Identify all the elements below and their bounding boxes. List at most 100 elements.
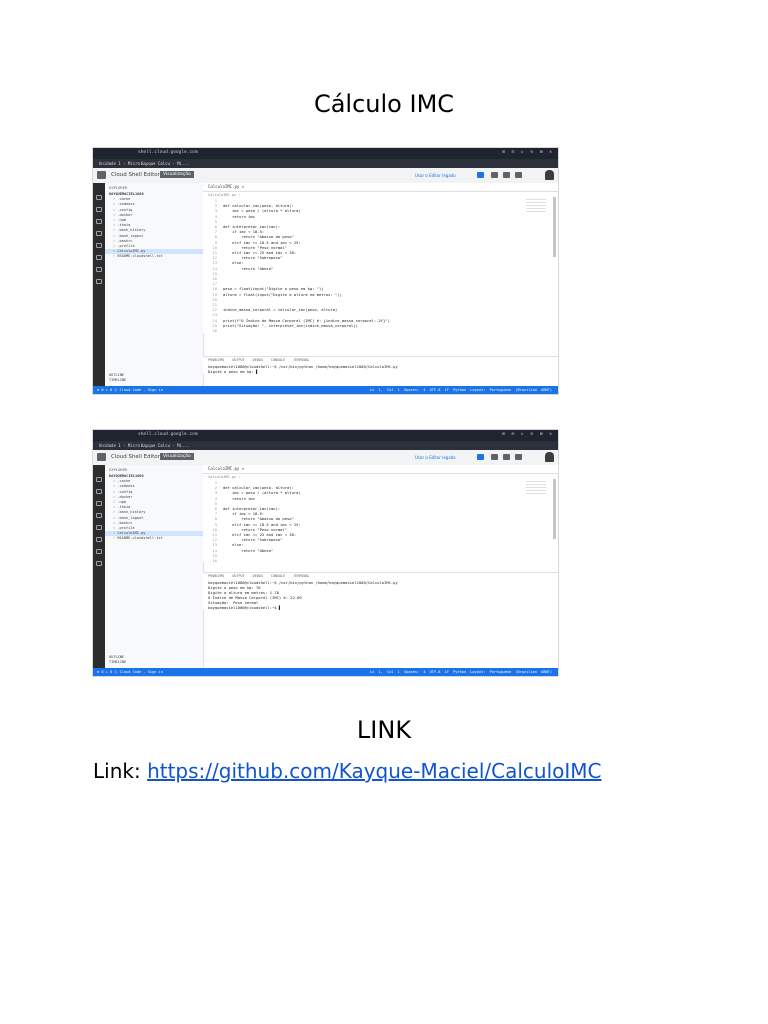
browser-tab: Kayque Calcu - Mi... [141,161,190,166]
debug-icon [96,513,102,518]
github-link[interactable]: https://github.com/Kayque-Maciel/Calculo… [147,759,601,783]
minimap [526,197,546,213]
file-list: › .cache › .codeoss › .config › .docker › .n… [105,479,203,541]
status-right: Ln 1, Col 1 Spaces: 4 UTF-8 LF Python La… [370,670,552,674]
cloud-shell-logo-icon [97,453,106,461]
explorer-header: EXPLORER [109,185,128,190]
app-name: Cloud Shell Editor [111,172,160,178]
cloud-shell-logo-icon [97,171,106,179]
url-text: shell.cloud.google.com [138,150,198,155]
explorer-footer: OUTLINE TIMELINE [109,655,126,665]
file-list: › .cache › .codeoss › .config › .docker › .n… [105,197,203,259]
code-text: return "Obeso" [223,265,274,271]
explorer-panel: EXPLORER KAYQUEMACIEL1000 › .cache › .cod… [105,465,204,668]
api-icon [96,267,102,272]
search-icon [96,207,102,212]
edit-icon [477,454,484,460]
browser-bar: shell.cloud.google.com ⊞ ⊡ ▷ ⊙ ⊠ ✕ [93,148,558,159]
status-right: Ln 1, Col 1 Spaces: 4 UTF-8 LF Python La… [370,388,552,392]
preview-badge: Visualização [160,453,194,460]
cloud-code-icon [96,537,102,542]
browser-bar: shell.cloud.google.com ⊞ ⊡ ▷ ⊙ ⊠ ✕ [93,430,558,441]
code-line: 26 [203,328,558,333]
status-left: ⊗ 0 ⚠ 0 ⬡ Cloud Code - Sign in [97,670,163,674]
file-item: › README-cloudshell.txt [113,254,163,259]
code-line: 16 [203,558,558,563]
code-text: print("Situação: ", interpretar_imc(indi… [223,322,358,328]
status-bar: ⊗ 0 ⚠ 0 ⬡ Cloud Code - Sign in Ln 1, Col… [93,386,558,394]
terminal-icon [491,172,498,178]
code-editor: CalculoIMC.py ✕ CalculoIMC.py › 1 2 def ca… [203,183,558,334]
cloud-shell-header: Cloud Shell Editor Visualização Usar o E… [93,450,558,466]
timeline-section: TIMELINE [109,378,127,382]
activity-bar [93,183,105,386]
preview-badge: Visualização [160,171,194,178]
api-icon [96,549,102,554]
code-text: indice_massa_corporal = calcular_imc(pes… [223,307,338,313]
source-control-icon [96,501,102,506]
editor-screenshot-1: shell.cloud.google.com ⊞ ⊡ ▷ ⊙ ⊠ ✕ Unida… [93,148,558,394]
explorer-panel: EXPLORER KAYQUEMACIEL1000 › .cache › .cod… [105,183,204,386]
url-text: shell.cloud.google.com [138,432,198,437]
preview-icon [503,172,510,178]
panel-tabs: PROBLEMS OUTPUT DEBUG CONSOLE TERMINAL [203,572,558,580]
cloud-shell-header: Cloud Shell Editor Visualização Usar o E… [93,168,558,184]
line-number: 26 [212,328,217,334]
explorer-footer: OUTLINE TIMELINE [109,373,126,383]
code-text: altura = float(input("Digite a altura em… [223,291,342,297]
browser-tabs: Unidade 1 - Micro... Kayque Calcu - Mi..… [93,159,558,168]
page-title: Cálculo IMC [313,90,455,118]
cloud-code-icon [96,255,102,260]
extensions-icon [96,525,102,530]
extensions-icon [96,243,102,248]
debug-icon [96,231,102,236]
terminal-icon [491,454,498,460]
link-line: Link: https://github.com/Kayque-Maciel/C… [93,759,601,783]
minimap [526,479,546,495]
timeline-section: TIMELINE [109,660,127,664]
edit-icon [477,172,484,178]
git-icon [96,561,102,566]
link-heading: LINK [356,716,412,744]
browser-tabs: Unidade 1 - Micro... Kayque Calcu - Mi..… [93,441,558,450]
code-text: return imc [223,495,256,501]
explorer-header: EXPLORER [109,467,128,472]
browser-tab: Unidade 1 - Micro... [99,161,148,166]
status-bar: ⊗ 0 ⚠ 0 ⬡ Cloud Code - Sign in Ln 1, Col… [93,668,558,676]
line-number: 16 [212,558,217,564]
scrollbar [553,479,556,539]
code-text: return imc [223,213,256,219]
terminal-output: kayquemaciel1000@cloudshell:~$ /usr/bin/… [203,580,558,610]
search-icon [96,489,102,494]
explorer-icon [96,195,102,200]
more-icon [515,172,522,178]
source-control-icon [96,219,102,224]
browser-tab: Kayque Calcu - Mi... [141,443,190,448]
legacy-editor-link: Usar o Editor legado [415,173,456,178]
status-left: ⊗ 0 ⚠ 0 ⬡ Cloud Code - Sign in [97,388,163,392]
code-editor: CalculoIMC.py ✕ CalculoIMC.py › 1 2 def ca… [203,465,558,564]
window-controls: ⊞ ⊡ ▷ ⊙ ⊠ ✕ [502,150,554,155]
activity-bar [93,465,105,668]
avatar [545,452,554,462]
editor-screenshot-2: shell.cloud.google.com ⊞ ⊡ ▷ ⊙ ⊠ ✕ Unida… [93,430,558,676]
window-controls: ⊞ ⊡ ▷ ⊙ ⊠ ✕ [502,432,554,437]
explorer-icon [96,477,102,482]
file-item: › README-cloudshell.txt [113,536,163,541]
panel-tabs: PROBLEMS OUTPUT DEBUG CONSOLE TERMINAL [203,356,558,364]
app-name: Cloud Shell Editor [111,454,160,460]
code-area: 1 2 def calcular_imc(peso, altura): 3 imc =… [203,198,558,333]
git-icon [96,279,102,284]
scrollbar [553,197,556,257]
editor-tab: CalculoIMC.py ✕ [203,465,558,474]
code-text: return "Obeso" [223,547,274,553]
more-icon [515,454,522,460]
editor-tab: CalculoIMC.py ✕ [203,183,558,192]
link-prefix: Link: [93,759,148,783]
avatar [545,170,554,180]
code-area: 1 2 def calcular_imc(peso, altura): 3 imc =… [203,480,558,563]
legacy-editor-link: Usar o Editor legado [415,455,456,460]
browser-tab: Unidade 1 - Micro... [99,443,148,448]
terminal-output: kayquemaciel1000@cloudshell:~$ /usr/bin/… [203,364,558,374]
preview-icon [503,454,510,460]
